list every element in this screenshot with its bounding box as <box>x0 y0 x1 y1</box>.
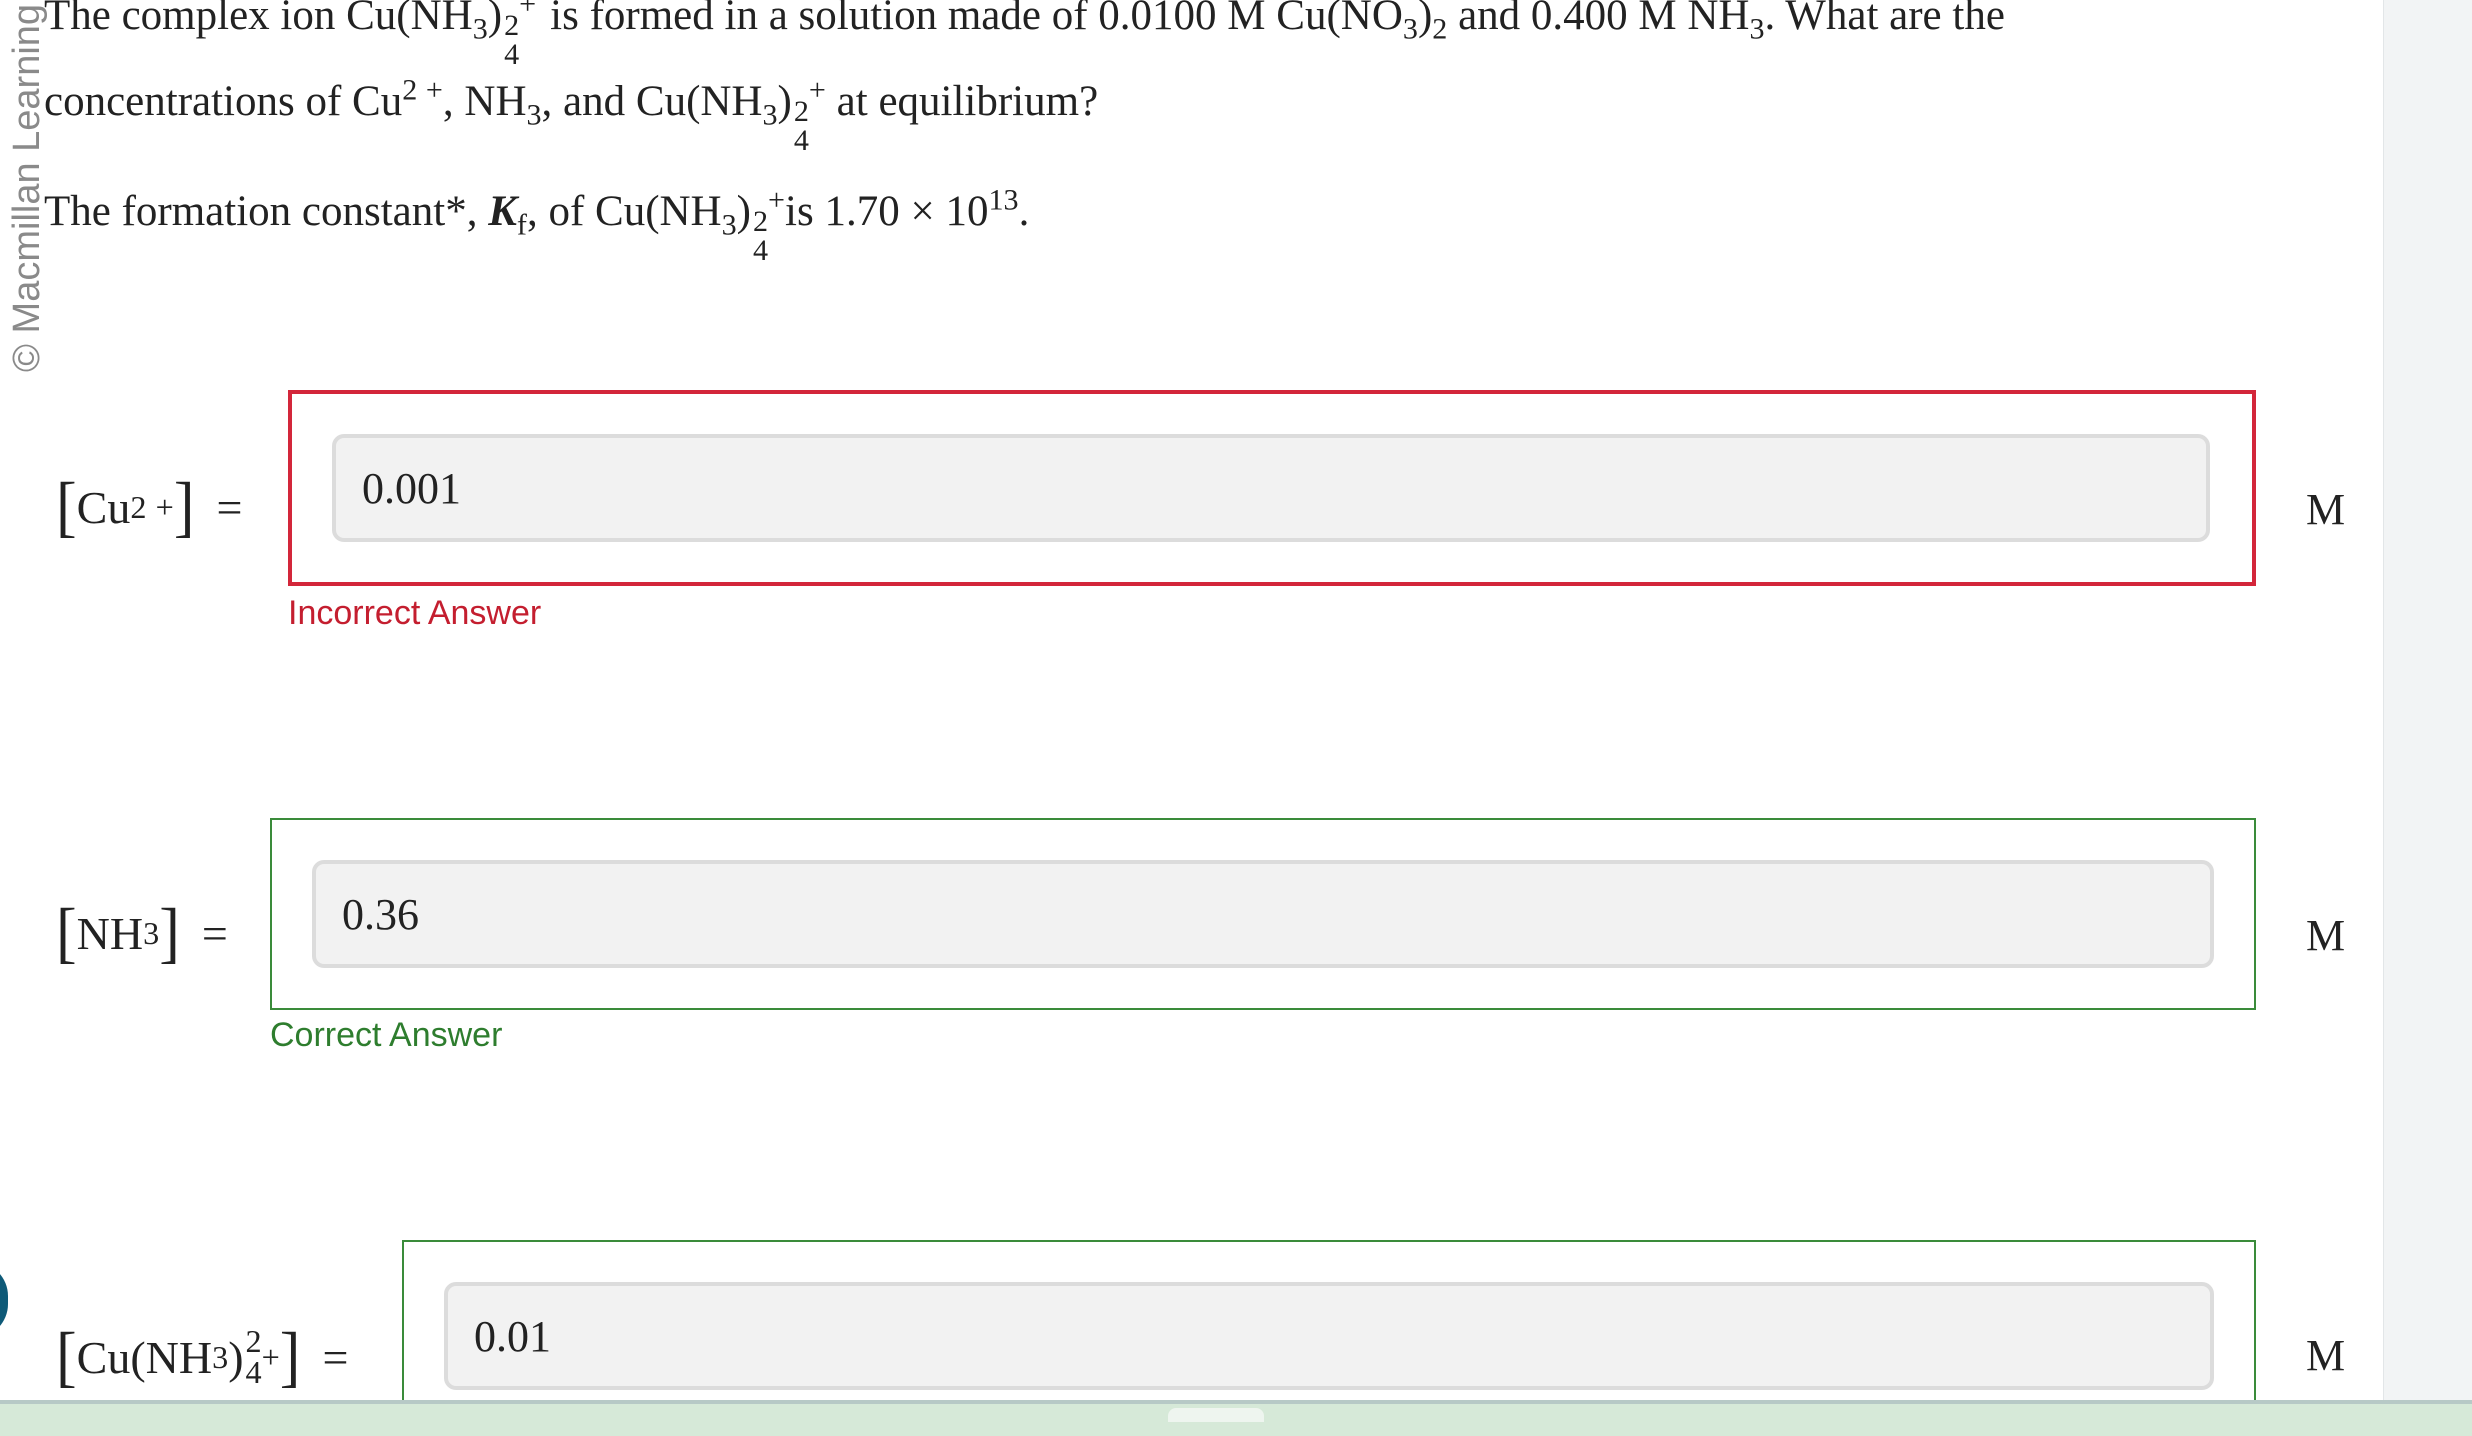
nh3-concentration-input[interactable]: 0.36 <box>312 860 2214 968</box>
complex-label: [Cu(NH 3) 2 4 +] = <box>56 1319 349 1395</box>
nh3-label: [NH 3] = <box>56 895 228 971</box>
copyright-text: © Macmillan Learning <box>6 3 48 372</box>
right-scroll-gutter[interactable] <box>2383 0 2472 1400</box>
complex-concentration-input[interactable]: 0.01 <box>444 1282 2214 1390</box>
side-navigation-tab[interactable] <box>0 1262 8 1338</box>
cu-unit: M <box>2306 485 2346 534</box>
question-text: The complex ion Cu(NH3) 2 4 + is formed in a… <box>44 0 2364 267</box>
question-page: © Macmillan Learning The complex ion Cu(… <box>0 0 2472 1436</box>
formation-constant-statement: The formation constant*, Kf, of Cu(NH3) 2… <box>44 182 1030 267</box>
footer-bar <box>0 1400 2472 1436</box>
footer-handle[interactable] <box>1168 1408 1264 1422</box>
copyright-notice: © Macmillan Learning <box>0 0 48 380</box>
cu-label: [Cu 2 +] = <box>56 469 243 545</box>
cu-concentration-input[interactable]: 0.001 <box>332 434 2210 542</box>
complex-unit: M <box>2306 1331 2346 1380</box>
nh3-unit: M <box>2306 911 2346 960</box>
nh3-feedback: Correct Answer <box>270 1016 503 1054</box>
cu-feedback: Incorrect Answer <box>288 594 542 632</box>
question-paragraph: The complex ion Cu(NH3) 2 4 + is formed in a… <box>44 0 2005 157</box>
